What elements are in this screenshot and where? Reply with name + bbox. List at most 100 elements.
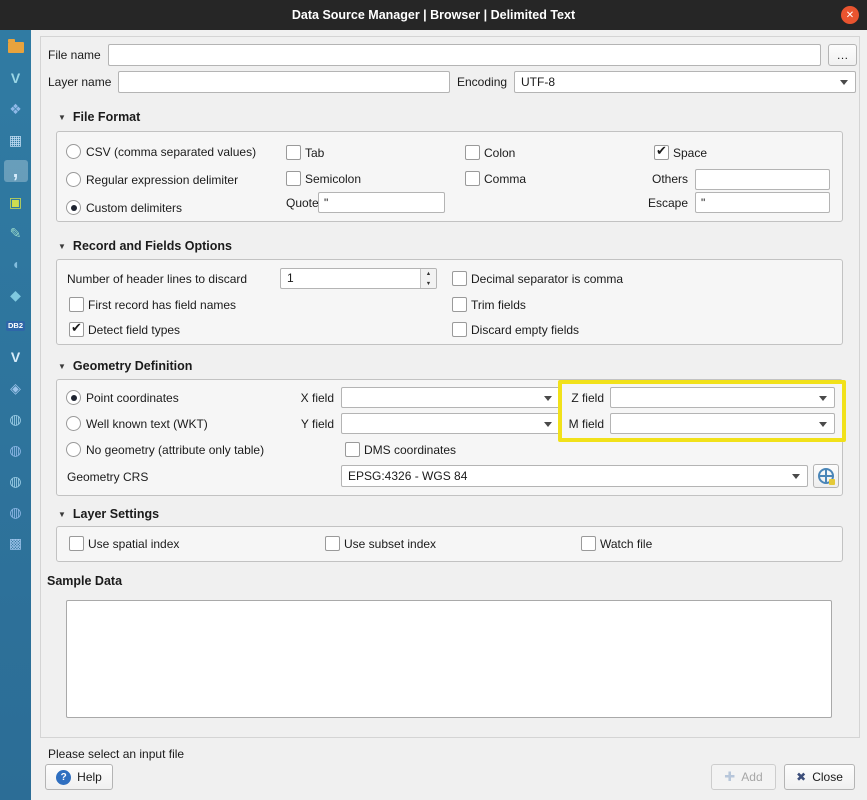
collapse-arrow-icon: ▼: [58, 242, 66, 251]
detect-field-types-checkbox[interactable]: [69, 322, 84, 337]
custom-delimiters-radio-label: Custom delimiters: [86, 199, 182, 217]
no-geometry-radio[interactable]: [66, 442, 81, 457]
layer-name-input[interactable]: [118, 71, 450, 93]
regexp-radio-label: Regular expression delimiter: [86, 171, 238, 189]
help-button[interactable]: ? Help: [45, 764, 113, 790]
use-subset-index-checkbox[interactable]: [325, 536, 340, 551]
file-format-title: File Format: [73, 110, 140, 124]
layer-name-label: Layer name: [48, 73, 111, 91]
geometry-section-header[interactable]: ▼ Geometry Definition: [58, 357, 192, 375]
space-checkbox-label: Space: [673, 144, 707, 162]
add-icon: ✚: [724, 769, 735, 785]
encoding-label: Encoding: [457, 73, 507, 91]
custom-delimiters-radio[interactable]: [66, 200, 81, 215]
select-crs-button[interactable]: [813, 464, 839, 488]
sample-data-area[interactable]: [66, 600, 832, 718]
watch-file-checkbox[interactable]: [581, 536, 596, 551]
file-name-input[interactable]: [108, 44, 821, 66]
window-close-button[interactable]: ✕: [841, 6, 859, 24]
colon-checkbox[interactable]: [465, 145, 480, 160]
close-button[interactable]: ✖ Close: [784, 764, 855, 790]
sidebar-item-mesh[interactable]: ▦: [4, 129, 28, 151]
folder-icon: [8, 42, 24, 53]
file-format-section-header[interactable]: ▼ File Format: [58, 108, 140, 126]
point-coordinates-radio[interactable]: [66, 390, 81, 405]
sidebar-item-wms[interactable]: ◍: [4, 408, 28, 430]
use-spatial-index-checkbox[interactable]: [69, 536, 84, 551]
browse-file-button[interactable]: …: [828, 44, 857, 66]
tab-checkbox[interactable]: [286, 145, 301, 160]
regexp-radio[interactable]: [66, 172, 81, 187]
collapse-arrow-icon: ▼: [58, 510, 66, 519]
file-name-label: File name: [48, 46, 101, 64]
geopackage-icon: ▣: [9, 195, 22, 209]
geometry-crs-combo[interactable]: EPSG:4326 - WGS 84: [341, 465, 808, 487]
layer-settings-section-header[interactable]: ▼ Layer Settings: [58, 505, 159, 523]
sidebar-item-vector[interactable]: V: [4, 67, 28, 89]
discard-empty-fields-label: Discard empty fields: [471, 321, 579, 339]
z-field-combo[interactable]: [610, 387, 835, 408]
use-subset-index-label: Use subset index: [344, 535, 436, 553]
sidebar-item-delimited-text[interactable]: ,: [4, 160, 28, 182]
sidebar-item-spatialite[interactable]: ✎: [4, 222, 28, 244]
arcgis-globe-icon: ◍: [9, 505, 21, 519]
help-icon: ?: [56, 770, 71, 785]
trim-fields-checkbox[interactable]: [452, 297, 467, 312]
sidebar-item-browser[interactable]: [4, 36, 28, 58]
dms-coordinates-label: DMS coordinates: [364, 441, 456, 459]
decimal-comma-checkbox[interactable]: [452, 271, 467, 286]
encoding-value: UTF-8: [521, 75, 555, 89]
escape-input[interactable]: [695, 192, 830, 213]
semicolon-checkbox[interactable]: [286, 171, 301, 186]
sidebar-item-vector-tile[interactable]: ▩: [4, 532, 28, 554]
comma-checkbox-label: Comma: [484, 170, 526, 188]
mesh-layer-icon: ▦: [9, 133, 22, 147]
others-input[interactable]: [695, 169, 830, 190]
browse-file-label: …: [837, 48, 849, 62]
record-options-section-header[interactable]: ▼ Record and Fields Options: [58, 237, 232, 255]
comma-checkbox[interactable]: [465, 171, 480, 186]
sidebar-item-postgresql[interactable]: ◖: [4, 253, 28, 275]
sidebar-item-wcs[interactable]: ◍: [4, 439, 28, 461]
sidebar-item-wfs[interactable]: ◍: [4, 470, 28, 492]
geometry-crs-label: Geometry CRS: [67, 468, 148, 486]
m-field-combo[interactable]: [610, 413, 835, 434]
encoding-combo[interactable]: UTF-8: [514, 71, 856, 93]
add-button[interactable]: ✚ Add: [711, 764, 776, 790]
detect-field-types-label: Detect field types: [88, 321, 180, 339]
header-lines-spinbox[interactable]: 1 ▲ ▼: [280, 268, 437, 289]
record-options-title: Record and Fields Options: [73, 239, 232, 253]
sidebar-item-geopackage[interactable]: ▣: [4, 191, 28, 213]
close-icon: ✖: [796, 770, 806, 784]
tab-checkbox-label: Tab: [305, 144, 324, 162]
mssql-icon: ◆: [10, 288, 21, 302]
header-lines-label: Number of header lines to discard: [67, 270, 247, 288]
crs-globe-icon: [818, 468, 834, 484]
wkt-radio[interactable]: [66, 416, 81, 431]
spin-down-icon[interactable]: ▼: [420, 279, 436, 288]
db2-icon: DB2: [6, 321, 25, 332]
wms-globe-icon: ◍: [9, 412, 21, 426]
sidebar-item-raster[interactable]: ❖: [4, 98, 28, 120]
sidebar-item-virtual-layer[interactable]: V: [4, 346, 28, 368]
sidebar-item-mssql[interactable]: ◆: [4, 284, 28, 306]
y-field-combo[interactable]: [341, 413, 560, 434]
first-record-names-checkbox[interactable]: [69, 297, 84, 312]
csv-radio[interactable]: [66, 144, 81, 159]
m-field-label: M field: [566, 415, 604, 433]
sidebar-item-sap-hana[interactable]: ◈: [4, 377, 28, 399]
sidebar-item-db2[interactable]: DB2: [4, 315, 28, 337]
decimal-comma-label: Decimal separator is comma: [471, 270, 623, 288]
no-geometry-label: No geometry (attribute only table): [86, 441, 264, 459]
dms-coordinates-checkbox[interactable]: [345, 442, 360, 457]
x-field-combo[interactable]: [341, 387, 560, 408]
discard-empty-fields-checkbox[interactable]: [452, 322, 467, 337]
quote-input[interactable]: [318, 192, 445, 213]
sidebar-item-arcgis-rest[interactable]: ◍: [4, 501, 28, 523]
point-coordinates-label: Point coordinates: [86, 389, 179, 407]
title-bar: Data Source Manager | Browser | Delimite…: [0, 0, 867, 30]
others-label: Others: [640, 170, 688, 188]
semicolon-checkbox-label: Semicolon: [305, 170, 361, 188]
spin-up-icon[interactable]: ▲: [420, 269, 436, 279]
space-checkbox[interactable]: [654, 145, 669, 160]
